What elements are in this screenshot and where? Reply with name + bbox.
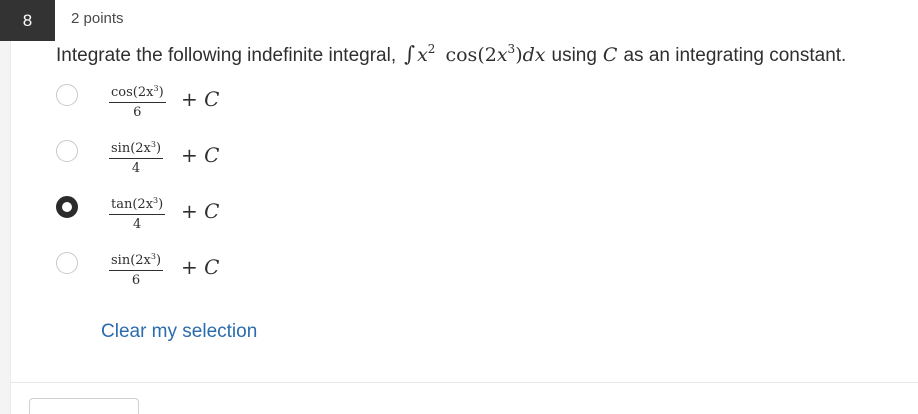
answer-choice-3[interactable]: tan(2x3) 4 + C [54, 196, 454, 240]
integrand-arg-variable: x [496, 44, 508, 66]
question-points: 2 points [71, 10, 124, 27]
integrand-arg-close: ) [515, 44, 523, 66]
section-divider [11, 382, 918, 383]
constant-symbol: C [603, 44, 618, 66]
fraction-numerator: sin(2x3) [109, 252, 164, 271]
plus-constant: + C [181, 87, 220, 111]
integrand-variable: x [417, 44, 428, 66]
constant-letter: C [602, 44, 618, 66]
fraction-denominator: 6 [131, 273, 141, 288]
differential-d: d [522, 44, 535, 66]
question-text-after: as an integrating constant. [623, 45, 847, 66]
integral-expression: ∫ x2 cos(2x3)dx [404, 42, 545, 66]
question-number: 8 [22, 10, 33, 30]
answer-choice-4[interactable]: sin(2x3) 6 + C [54, 252, 454, 296]
radio-button-2[interactable] [56, 140, 78, 162]
integrand-exponent: 2 [427, 42, 436, 56]
fraction-numerator: cos(2x3) [109, 84, 166, 103]
fraction-denominator: 4 [131, 161, 141, 176]
radio-button-4[interactable] [56, 252, 78, 274]
plus-constant: + C [181, 255, 220, 279]
plus-constant: + C [181, 199, 220, 223]
fraction-denominator: 4 [132, 217, 142, 232]
fraction-numerator: sin(2x3) [109, 140, 164, 159]
fraction-denominator: 6 [133, 105, 142, 120]
choice-fraction: tan(2x3) 4 [109, 196, 166, 232]
integrand-arg-open: (2 [477, 44, 497, 66]
clear-selection-link[interactable]: Clear my selection [101, 321, 257, 343]
differential-variable: x [534, 44, 546, 66]
choice-fraction: cos(2x3) 6 [109, 84, 166, 120]
integrand-function: cos [445, 44, 478, 66]
question-number-badge: 8 [0, 0, 55, 41]
answer-choice-1[interactable]: cos(2x3) 6 + C [54, 84, 454, 128]
question-text: Integrate the following indefinite integ… [56, 42, 846, 67]
next-panel-stub [29, 398, 139, 414]
left-margin-strip [0, 41, 11, 414]
choice-fraction: sin(2x3) 4 [109, 140, 164, 176]
question-text-using: using [551, 45, 597, 66]
integral-symbol: ∫ [404, 42, 416, 66]
plus-constant: + C [181, 143, 220, 167]
fraction-numerator: tan(2x3) [109, 196, 166, 215]
question-text-before: Integrate the following indefinite integ… [56, 45, 397, 66]
radio-button-3-selected[interactable] [56, 196, 78, 218]
radio-button-1[interactable] [56, 84, 78, 106]
quiz-page: 8 2 points Integrate the following indef… [0, 0, 918, 414]
choice-fraction: sin(2x3) 6 [109, 252, 164, 288]
answer-choice-2[interactable]: sin(2x3) 4 + C [54, 140, 454, 184]
